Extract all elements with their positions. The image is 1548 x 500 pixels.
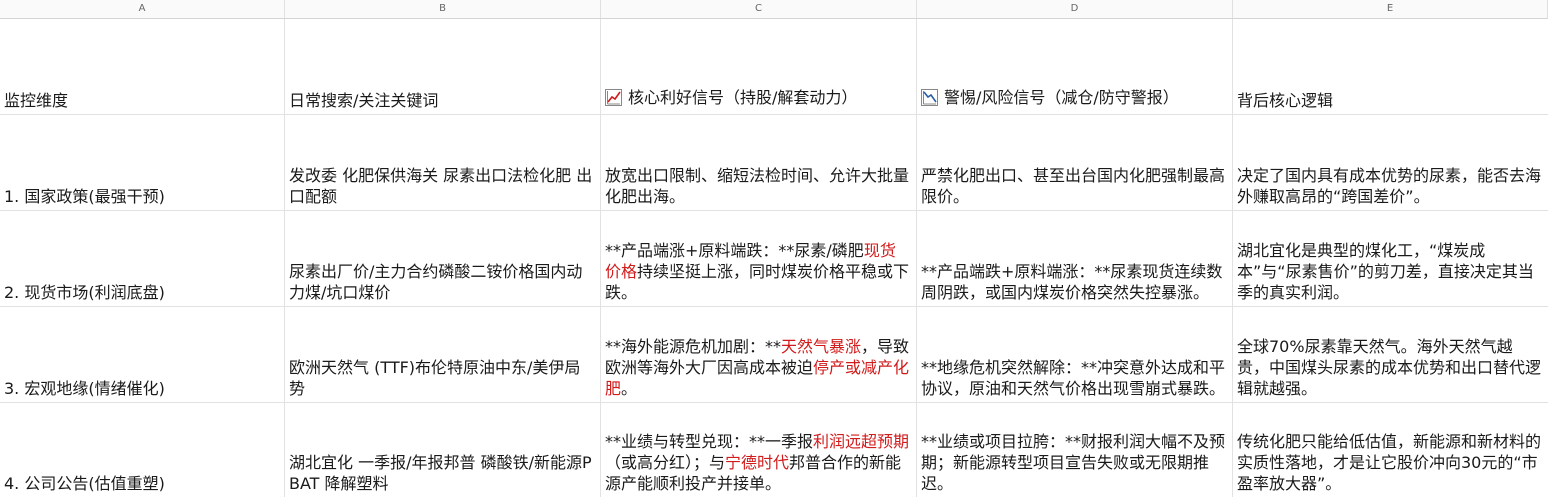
header-row: 监控维度 日常搜索/关注关键词 核心利好信号（持股/解套动力） 警惕/风险信号（…	[0, 19, 1548, 115]
header-cell-bearish[interactable]: 警惕/风险信号（减仓/防守警报）	[917, 19, 1233, 114]
cell-text-segment: 放宽出口限制、缩短法检时间、允许大批量化肥出海。	[605, 166, 910, 206]
cell-dimension[interactable]: 1. 国家政策(最强干预)	[0, 115, 285, 210]
cell-text: 欧洲天然气 (TTF)布伦特原油中东/美伊局势	[289, 358, 581, 398]
cell-text-segment: **产品端涨+原料端跌：**尿素/磷肥	[605, 241, 864, 260]
header-text: 警惕/风险信号（减仓/防守警报）	[944, 88, 1179, 107]
column-header-b[interactable]: B	[285, 0, 601, 18]
cell-keywords[interactable]: 尿素出厂价/主力合约磷酸二铵价格国内动力煤/坑口煤价	[285, 211, 601, 306]
column-header-bar: A B C D E	[0, 0, 1548, 19]
cell-text: 尿素出厂价/主力合约磷酸二铵价格国内动力煤/坑口煤价	[289, 262, 583, 302]
cell-text-segment: 持续坚挺上涨，同时煤炭价格平稳或下跌。	[605, 262, 910, 302]
table-row: 1. 国家政策(最强干预) 发改委 化肥保供海关 尿素出口法检化肥 出口配额 放…	[0, 115, 1548, 211]
header-text: 核心利好信号（持股/解套动力）	[628, 88, 858, 107]
cell-text-segment: **海外能源危机加剧：**	[605, 337, 782, 356]
spreadsheet: A B C D E 监控维度 日常搜索/关注关键词 核心利好信号（持股/解套动力…	[0, 0, 1548, 500]
cell-dimension[interactable]: 2. 现货市场(利润底盘)	[0, 211, 285, 306]
cell-grid: 监控维度 日常搜索/关注关键词 核心利好信号（持股/解套动力） 警惕/风险信号（…	[0, 19, 1548, 497]
cell-keywords[interactable]: 发改委 化肥保供海关 尿素出口法检化肥 出口配额	[285, 115, 601, 210]
table-row: 4. 公司公告(估值重塑) 湖北宜化 一季报/年报邦普 磷酸铁/新能源PBAT …	[0, 403, 1548, 497]
cell-logic[interactable]: 湖北宜化是典型的煤化工，“煤炭成本”与“尿素售价”的剪刀差，直接决定其当季的真实…	[1233, 211, 1548, 306]
table-row: 2. 现货市场(利润底盘) 尿素出厂价/主力合约磷酸二铵价格国内动力煤/坑口煤价…	[0, 211, 1548, 307]
header-text: 背后核心逻辑	[1237, 91, 1334, 110]
highlight-text: 利润远超预期	[813, 432, 910, 451]
header-cell-keywords[interactable]: 日常搜索/关注关键词	[285, 19, 601, 114]
chart-increasing-icon	[605, 89, 622, 111]
header-cell-bullish[interactable]: 核心利好信号（持股/解套动力）	[601, 19, 917, 114]
header-cell-dimension[interactable]: 监控维度	[0, 19, 285, 114]
cell-bullish[interactable]: **业绩与转型兑现：**一季报利润远超预期（或高分红）；与宁德时代邦普合作的新能…	[601, 403, 917, 497]
cell-logic[interactable]: 传统化肥只能给低估值，新能源和新材料的实质性落地，才是让它股价冲向30元的“市盈…	[1233, 403, 1548, 497]
column-header-a[interactable]: A	[0, 0, 285, 18]
cell-text: **业绩或项目拉胯：**财报利润大幅不及预期；新能源转型项目宣告失败或无限期推迟…	[921, 432, 1226, 493]
cell-rich-text: **产品端涨+原料端跌：**尿素/磷肥现货价格持续坚挺上涨，同时煤炭价格平稳或下…	[605, 240, 910, 303]
cell-text: 严禁化肥出口、甚至出台国内化肥强制最高限价。	[921, 166, 1226, 206]
highlight-text: 天然气暴涨	[781, 337, 862, 356]
cell-text-segment: 。	[621, 379, 638, 398]
cell-text: 全球70%尿素靠天然气。海外天然气越贵，中国煤头尿素的成本优势和出口替代逻辑就越…	[1237, 337, 1542, 398]
cell-logic[interactable]: 全球70%尿素靠天然气。海外天然气越贵，中国煤头尿素的成本优势和出口替代逻辑就越…	[1233, 307, 1548, 402]
cell-bearish[interactable]: 严禁化肥出口、甚至出台国内化肥强制最高限价。	[917, 115, 1233, 210]
highlight-text: 宁德时代	[725, 453, 790, 472]
cell-text: 2. 现货市场(利润底盘)	[4, 283, 165, 302]
cell-text: 传统化肥只能给低估值，新能源和新材料的实质性落地，才是让它股价冲向30元的“市盈…	[1237, 432, 1542, 493]
cell-bearish[interactable]: **地缘危机突然解除：**冲突意外达成和平协议，原油和天然气价格出现雪崩式暴跌。	[917, 307, 1233, 402]
cell-bullish[interactable]: **海外能源危机加剧：**天然气暴涨，导致欧洲等海外大厂因高成本被迫停产或减产化…	[601, 307, 917, 402]
header-text: 日常搜索/关注关键词	[289, 91, 439, 110]
cell-dimension[interactable]: 3. 宏观地缘(情绪催化)	[0, 307, 285, 402]
cell-text: 3. 宏观地缘(情绪催化)	[4, 379, 165, 398]
cell-text: **产品端跌+原料端涨：**尿素现货连续数周阴跌，或国内煤炭价格突然失控暴涨。	[921, 262, 1223, 302]
cell-keywords[interactable]: 湖北宜化 一季报/年报邦普 磷酸铁/新能源PBAT 降解塑料	[285, 403, 601, 497]
table-row: 3. 宏观地缘(情绪催化) 欧洲天然气 (TTF)布伦特原油中东/美伊局势 **…	[0, 307, 1548, 403]
cell-text: **地缘危机突然解除：**冲突意外达成和平协议，原油和天然气价格出现雪崩式暴跌。	[921, 358, 1226, 398]
cell-bearish[interactable]: **产品端跌+原料端涨：**尿素现货连续数周阴跌，或国内煤炭价格突然失控暴涨。	[917, 211, 1233, 306]
column-header-d[interactable]: D	[917, 0, 1233, 18]
cell-text: 1. 国家政策(最强干预)	[4, 187, 165, 206]
header-text: 监控维度	[4, 91, 69, 110]
cell-rich-text: **业绩与转型兑现：**一季报利润远超预期（或高分红）；与宁德时代邦普合作的新能…	[605, 431, 910, 494]
cell-logic[interactable]: 决定了国内具有成本优势的尿素，能否去海外赚取高昂的“跨国差价”。	[1233, 115, 1548, 210]
cell-text: 决定了国内具有成本优势的尿素，能否去海外赚取高昂的“跨国差价”。	[1237, 166, 1542, 206]
cell-rich-text: **海外能源危机加剧：**天然气暴涨，导致欧洲等海外大厂因高成本被迫停产或减产化…	[605, 336, 910, 399]
header-cell-logic[interactable]: 背后核心逻辑	[1233, 19, 1548, 114]
cell-rich-text: 放宽出口限制、缩短法检时间、允许大批量化肥出海。	[605, 165, 910, 207]
cell-text-segment: **业绩与转型兑现：**一季报	[605, 432, 814, 451]
cell-text-segment: （或高分红）；与	[605, 453, 726, 472]
cell-dimension[interactable]: 4. 公司公告(估值重塑)	[0, 403, 285, 497]
chart-decreasing-icon	[921, 89, 938, 111]
cell-text: 4. 公司公告(估值重塑)	[4, 474, 165, 493]
cell-text: 湖北宜化 一季报/年报邦普 磷酸铁/新能源PBAT 降解塑料	[289, 453, 592, 493]
cell-bullish[interactable]: 放宽出口限制、缩短法检时间、允许大批量化肥出海。	[601, 115, 917, 210]
cell-bullish[interactable]: **产品端涨+原料端跌：**尿素/磷肥现货价格持续坚挺上涨，同时煤炭价格平稳或下…	[601, 211, 917, 306]
cell-text: 湖北宜化是典型的煤化工，“煤炭成本”与“尿素售价”的剪刀差，直接决定其当季的真实…	[1237, 241, 1534, 302]
cell-text: 发改委 化肥保供海关 尿素出口法检化肥 出口配额	[289, 166, 593, 206]
cell-keywords[interactable]: 欧洲天然气 (TTF)布伦特原油中东/美伊局势	[285, 307, 601, 402]
cell-bearish[interactable]: **业绩或项目拉胯：**财报利润大幅不及预期；新能源转型项目宣告失败或无限期推迟…	[917, 403, 1233, 497]
column-header-c[interactable]: C	[601, 0, 917, 18]
column-header-e[interactable]: E	[1233, 0, 1548, 18]
